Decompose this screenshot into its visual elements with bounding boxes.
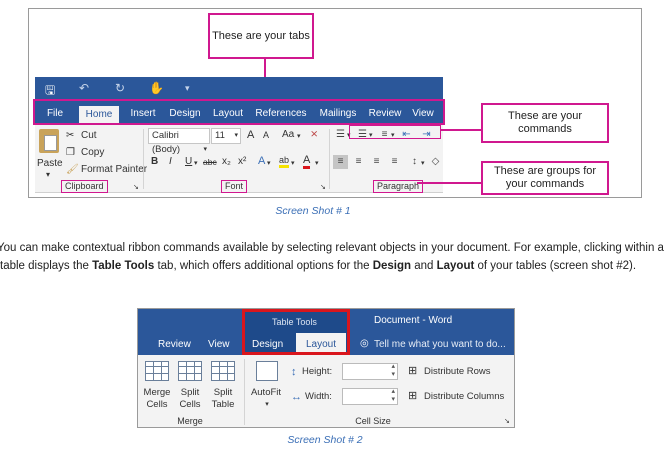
chevron-down-icon: ▾ [234,132,238,139]
distribute-rows-button[interactable]: Distribute Rows [424,366,491,378]
lightbulb-icon: ◎ [360,338,369,349]
underline-button[interactable]: U [185,156,192,167]
paste-icon[interactable] [39,129,59,153]
customize-toolbar-icon[interactable]: ▾ [185,83,190,94]
chevron-down-icon: ▾ [291,160,295,167]
chevron-down-icon: ▾ [267,160,271,167]
callout-groups-connector [417,182,481,184]
split-cells-button[interactable]: Split Cells [174,387,206,411]
screenshot-2: Table Tools Document - Word Review View … [137,308,515,428]
row-height-icon: ↕ [291,366,297,378]
distribute-columns-button[interactable]: Distribute Columns [424,391,504,403]
distribute-columns-icon: ⊞ [408,390,418,402]
split-cells-icon[interactable] [178,361,202,381]
distribute-rows-icon: ⊞ [408,365,418,377]
callout-groups: These are groups for your commands [481,161,609,195]
font-name-dropdown[interactable]: Calibri (Body) ▾ [148,128,210,155]
table-tools-highlight-box [242,309,350,355]
chevron-down-icon: ▾ [315,160,319,167]
chevron-down-icon: ▾ [297,133,301,140]
tabs-highlight-box [33,99,445,125]
group-label-font: Font [221,180,248,193]
format-painter-icon: 🖌 [66,164,79,175]
cut-button[interactable]: Cut [81,130,97,141]
justify-icon[interactable]: ≡ [387,155,402,169]
copy-button[interactable]: Copy [81,147,104,158]
group-label-cell-size: Cell Size [355,416,391,426]
group-separator [143,129,144,189]
chevron-down-icon: ▾ [203,146,207,153]
highlight-button[interactable]: ab [279,155,290,168]
merge-cells-icon[interactable] [145,361,169,381]
bold-term-table-tools: Table Tools [92,259,155,272]
paste-dropdown-icon[interactable]: ▾ [46,170,50,179]
font-color-button[interactable]: A [303,154,311,169]
bold-button[interactable]: B [151,156,158,167]
height-label: Height: [302,366,333,377]
autofit-button[interactable]: AutoFit [244,387,288,399]
copy-icon: ❐ [66,147,75,158]
font-launcher-icon[interactable]: ↘ [320,182,326,194]
tab-view[interactable]: View [208,339,230,350]
cell-size-launcher-icon[interactable]: ↘ [504,416,510,427]
format-painter-button[interactable]: Format Painter [81,164,147,175]
group-separator [329,129,330,189]
commands-highlight-box [349,125,441,139]
superscript-button[interactable]: x² [238,156,246,167]
group-label-merge: Merge [177,416,203,426]
clipboard-launcher-icon[interactable]: ↘ [133,182,139,194]
split-table-button[interactable]: Split Table [206,387,240,411]
cut-icon: ✂ [66,130,75,141]
shading-icon[interactable]: ◇ [428,155,443,169]
italic-button[interactable]: I [169,156,172,167]
align-left-icon[interactable]: ≡ [333,155,348,169]
chevron-down-icon: ▾ [421,160,425,167]
text-effects-button[interactable]: A [258,155,265,167]
chevron-down-icon: ▾ [194,160,198,167]
merge-cells-button[interactable]: Merge Cells [140,387,174,411]
group-label-clipboard: Clipboard [61,180,108,193]
strikethrough-button[interactable]: abc [203,157,217,167]
quick-access-toolbar: 🖫 ↶ ↻ ✋ ▾ [35,77,443,101]
align-right-icon[interactable]: ≡ [369,155,384,169]
body-paragraph: You can make contextual ribbon commands … [0,242,664,272]
tab-review[interactable]: Review [158,339,191,350]
group-label-paragraph: Paragraph [373,180,424,193]
caption-screenshot-2: Screen Shot # 2 [287,434,363,446]
paste-button[interactable]: Paste [37,158,63,169]
bold-term-design: Design [372,259,412,272]
undo-icon[interactable]: ↶ [79,81,89,95]
shrink-font-button[interactable]: A [263,130,269,140]
redo-icon[interactable]: ↻ [115,81,125,95]
align-center-icon[interactable]: ≡ [351,155,366,169]
change-case-button[interactable]: Aa [282,129,294,140]
column-width-icon: ↔ [291,391,302,403]
chevron-down-icon: ▾ [265,401,269,408]
bold-term-layout: Layout [436,259,475,272]
window-title: Document - Word [374,315,453,326]
width-label: Width: [305,391,332,402]
callout-commands-connector [441,129,481,131]
grow-font-button[interactable]: A [247,129,254,141]
line-spacing-icon[interactable]: ↕ [407,155,422,169]
width-spinner[interactable] [342,388,398,405]
screenshot-1: These are your tabs 🖫 ↶ ↻ ✋ ▾ File Home … [28,8,642,198]
clear-formatting-icon[interactable]: ⨯ [310,129,318,141]
caption-screenshot-1: Screen Shot # 1 [275,205,351,217]
touch-mode-icon[interactable]: ✋ [149,81,164,95]
tell-me-input[interactable]: Tell me what you want to do... [374,339,506,350]
font-size-dropdown[interactable]: 11 ▾ [211,128,241,144]
autofit-icon[interactable] [256,361,278,381]
callout-tabs: These are your tabs [208,13,314,59]
height-spinner[interactable] [342,363,398,380]
bullets-icon[interactable]: ☰ [333,128,348,142]
callout-commands: These are your commands [481,103,609,143]
split-table-icon[interactable] [211,361,235,381]
subscript-button[interactable]: x₂ [222,156,231,167]
